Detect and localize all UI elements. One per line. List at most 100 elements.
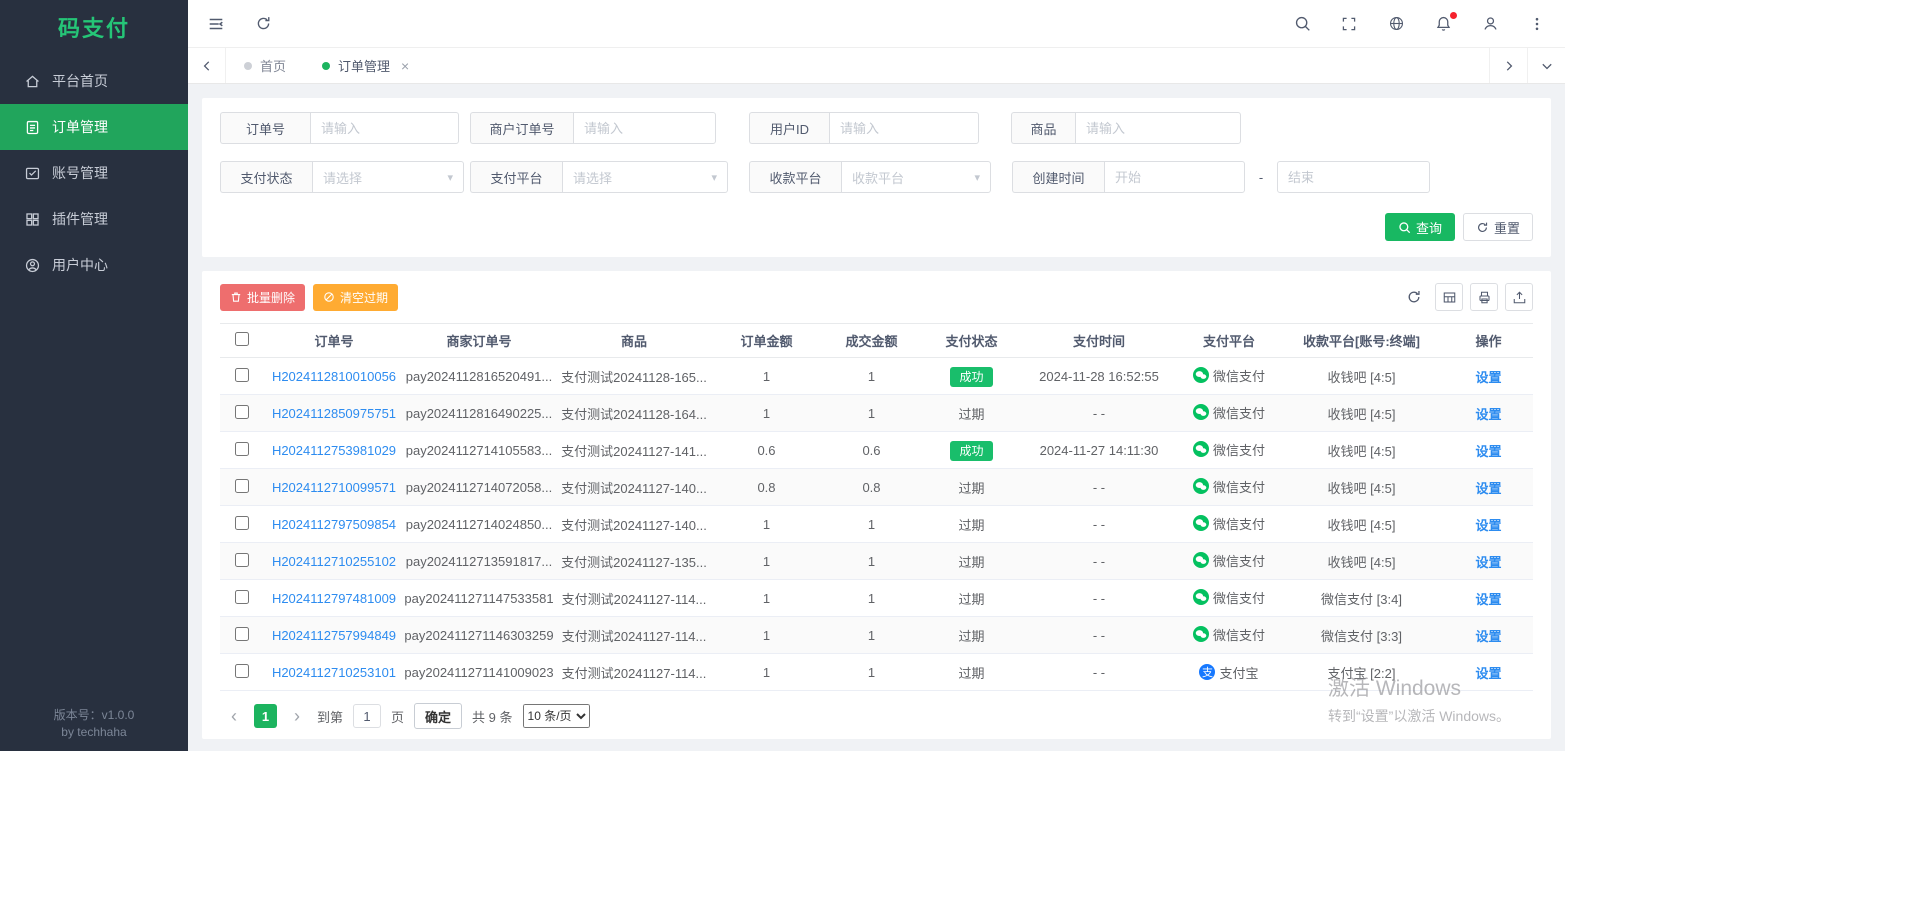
order-no-link[interactable]: H2024112797481009 bbox=[272, 591, 396, 606]
pay-status-select[interactable]: 请选择 ▾ bbox=[312, 161, 464, 193]
clear-expired-button[interactable]: 清空过期 bbox=[313, 284, 398, 311]
credit-text: by techhaha bbox=[0, 724, 188, 741]
col-pay-status: 支付状态 bbox=[924, 324, 1019, 358]
order-no-link[interactable]: H2024112797509854 bbox=[272, 517, 396, 532]
sidebar-item-plugins[interactable]: 插件管理 bbox=[0, 196, 188, 242]
order-no-link[interactable]: H2024112710255102 bbox=[272, 554, 396, 569]
menu-collapse-button[interactable] bbox=[206, 14, 226, 34]
batch-delete-button[interactable]: 批量删除 bbox=[220, 284, 305, 311]
sidebar-item-dashboard[interactable]: 平台首页 bbox=[0, 58, 188, 104]
status-badge: 过期 bbox=[958, 592, 984, 607]
reset-button[interactable]: 重置 bbox=[1463, 213, 1533, 241]
sidebar-item-user-center[interactable]: 用户中心 bbox=[0, 242, 188, 288]
tab-label: 首页 bbox=[260, 56, 286, 75]
date-end-input[interactable] bbox=[1277, 161, 1430, 193]
tabs-scroll-left-button[interactable] bbox=[188, 48, 226, 83]
col-receiver: 收款平台[账号:终端] bbox=[1279, 324, 1444, 358]
row-settings-link[interactable]: 设置 bbox=[1475, 481, 1501, 496]
row-settings-link[interactable]: 设置 bbox=[1475, 629, 1501, 644]
row-settings-link[interactable]: 设置 bbox=[1475, 518, 1501, 533]
tabs-scroll-right-button[interactable] bbox=[1489, 48, 1527, 83]
search-submit-button[interactable]: 查询 bbox=[1385, 213, 1455, 241]
pay-platform-select[interactable]: 请选择 ▾ bbox=[562, 161, 728, 193]
export-button[interactable] bbox=[1505, 283, 1533, 311]
pagination-page-button[interactable]: 1 bbox=[254, 704, 277, 728]
receive-platform-select[interactable]: 收款平台 ▾ bbox=[841, 161, 991, 193]
more-button[interactable] bbox=[1527, 14, 1547, 34]
table-row: H2024112753981029 pay2024112714105583...… bbox=[220, 432, 1533, 469]
fullscreen-button[interactable] bbox=[1339, 14, 1359, 34]
row-settings-link[interactable]: 设置 bbox=[1475, 444, 1501, 459]
receiver-cell: 微信支付 [3:3] bbox=[1279, 617, 1444, 654]
row-settings-link[interactable]: 设置 bbox=[1475, 666, 1501, 681]
product-cell: 支付测试20241127-114... bbox=[554, 654, 714, 691]
paid-amount-cell: 0.8 bbox=[819, 469, 924, 506]
row-checkbox[interactable] bbox=[235, 442, 249, 456]
row-checkbox[interactable] bbox=[235, 405, 249, 419]
row-settings-link[interactable]: 设置 bbox=[1475, 370, 1501, 385]
order-no-link[interactable]: H2024112753981029 bbox=[272, 443, 396, 458]
platform-label: 支付宝 bbox=[1219, 663, 1258, 682]
page-size-select[interactable]: 10 条/页 bbox=[523, 704, 590, 728]
tabs-menu-button[interactable] bbox=[1527, 48, 1565, 83]
user-id-input[interactable] bbox=[829, 112, 979, 144]
product-input[interactable] bbox=[1075, 112, 1241, 144]
sidebar-item-accounts[interactable]: 账号管理 bbox=[0, 150, 188, 196]
platform-cell: 支 微信支付 bbox=[1193, 588, 1265, 607]
account-icon bbox=[24, 165, 41, 182]
pagination-prev-button[interactable]: ‹ bbox=[224, 704, 244, 728]
pay-time-cell: 2024-11-28 16:52:55 bbox=[1019, 358, 1179, 395]
platform-cell: 支 微信支付 bbox=[1193, 440, 1265, 459]
row-checkbox[interactable] bbox=[235, 627, 249, 641]
order-amount-cell: 0.6 bbox=[714, 432, 819, 469]
row-checkbox[interactable] bbox=[235, 553, 249, 567]
row-checkbox[interactable] bbox=[235, 516, 249, 530]
total-count-label: 共 9 条 bbox=[472, 707, 512, 726]
pagination-next-button[interactable]: › bbox=[287, 704, 307, 728]
status-badge: 成功 bbox=[950, 441, 992, 461]
print-button[interactable] bbox=[1470, 283, 1498, 311]
notifications-button[interactable] bbox=[1433, 14, 1453, 34]
row-checkbox[interactable] bbox=[235, 479, 249, 493]
status-badge: 过期 bbox=[958, 407, 984, 422]
select-all-checkbox[interactable] bbox=[235, 332, 249, 346]
profile-button[interactable] bbox=[1480, 14, 1500, 34]
row-checkbox[interactable] bbox=[235, 368, 249, 382]
order-no-link[interactable]: H2024112710253101 bbox=[272, 665, 396, 680]
page-refresh-button[interactable] bbox=[253, 14, 273, 34]
row-settings-link[interactable]: 设置 bbox=[1475, 555, 1501, 570]
pay-time-cell: - - bbox=[1019, 395, 1179, 432]
status-badge: 过期 bbox=[958, 629, 984, 644]
order-no-link[interactable]: H2024112710099571 bbox=[272, 480, 396, 495]
tab-home[interactable]: 首页 bbox=[226, 48, 304, 83]
order-no-link[interactable]: H2024112810010056 bbox=[272, 369, 396, 384]
table-row: H2024112810010056 pay2024112816520491...… bbox=[220, 358, 1533, 395]
table-body: H2024112810010056 pay2024112816520491...… bbox=[220, 358, 1533, 691]
merchant-no-input[interactable] bbox=[573, 112, 716, 144]
tab-order-management[interactable]: 订单管理 × bbox=[304, 48, 427, 83]
row-settings-link[interactable]: 设置 bbox=[1475, 592, 1501, 607]
tab-dot-icon bbox=[322, 62, 330, 70]
order-no-input[interactable] bbox=[310, 112, 459, 144]
jump-confirm-button[interactable]: 确定 bbox=[414, 703, 462, 729]
table-refresh-button[interactable] bbox=[1402, 283, 1426, 311]
language-button[interactable] bbox=[1386, 14, 1406, 34]
jump-page-input[interactable] bbox=[353, 704, 381, 728]
merchant-no-cell: pay2024112714105583... bbox=[404, 432, 554, 469]
row-settings-link[interactable]: 设置 bbox=[1475, 407, 1501, 422]
home-icon bbox=[24, 73, 41, 90]
column-settings-button[interactable] bbox=[1435, 283, 1463, 311]
order-no-link[interactable]: H2024112757994849 bbox=[272, 628, 396, 643]
filter-merchant-no: 商户订单号 bbox=[470, 112, 716, 144]
status-badge: 过期 bbox=[958, 481, 984, 496]
order-no-link[interactable]: H2024112850975751 bbox=[272, 406, 396, 421]
date-start-input[interactable] bbox=[1104, 161, 1245, 193]
sidebar-item-label: 平台首页 bbox=[52, 71, 108, 91]
row-checkbox[interactable] bbox=[235, 664, 249, 678]
sidebar-item-orders[interactable]: 订单管理 bbox=[0, 104, 188, 150]
search-button[interactable] bbox=[1292, 14, 1312, 34]
paid-amount-cell: 1 bbox=[819, 543, 924, 580]
tab-close-icon[interactable]: × bbox=[401, 59, 409, 73]
select-placeholder: 请选择 bbox=[573, 168, 612, 187]
row-checkbox[interactable] bbox=[235, 590, 249, 604]
